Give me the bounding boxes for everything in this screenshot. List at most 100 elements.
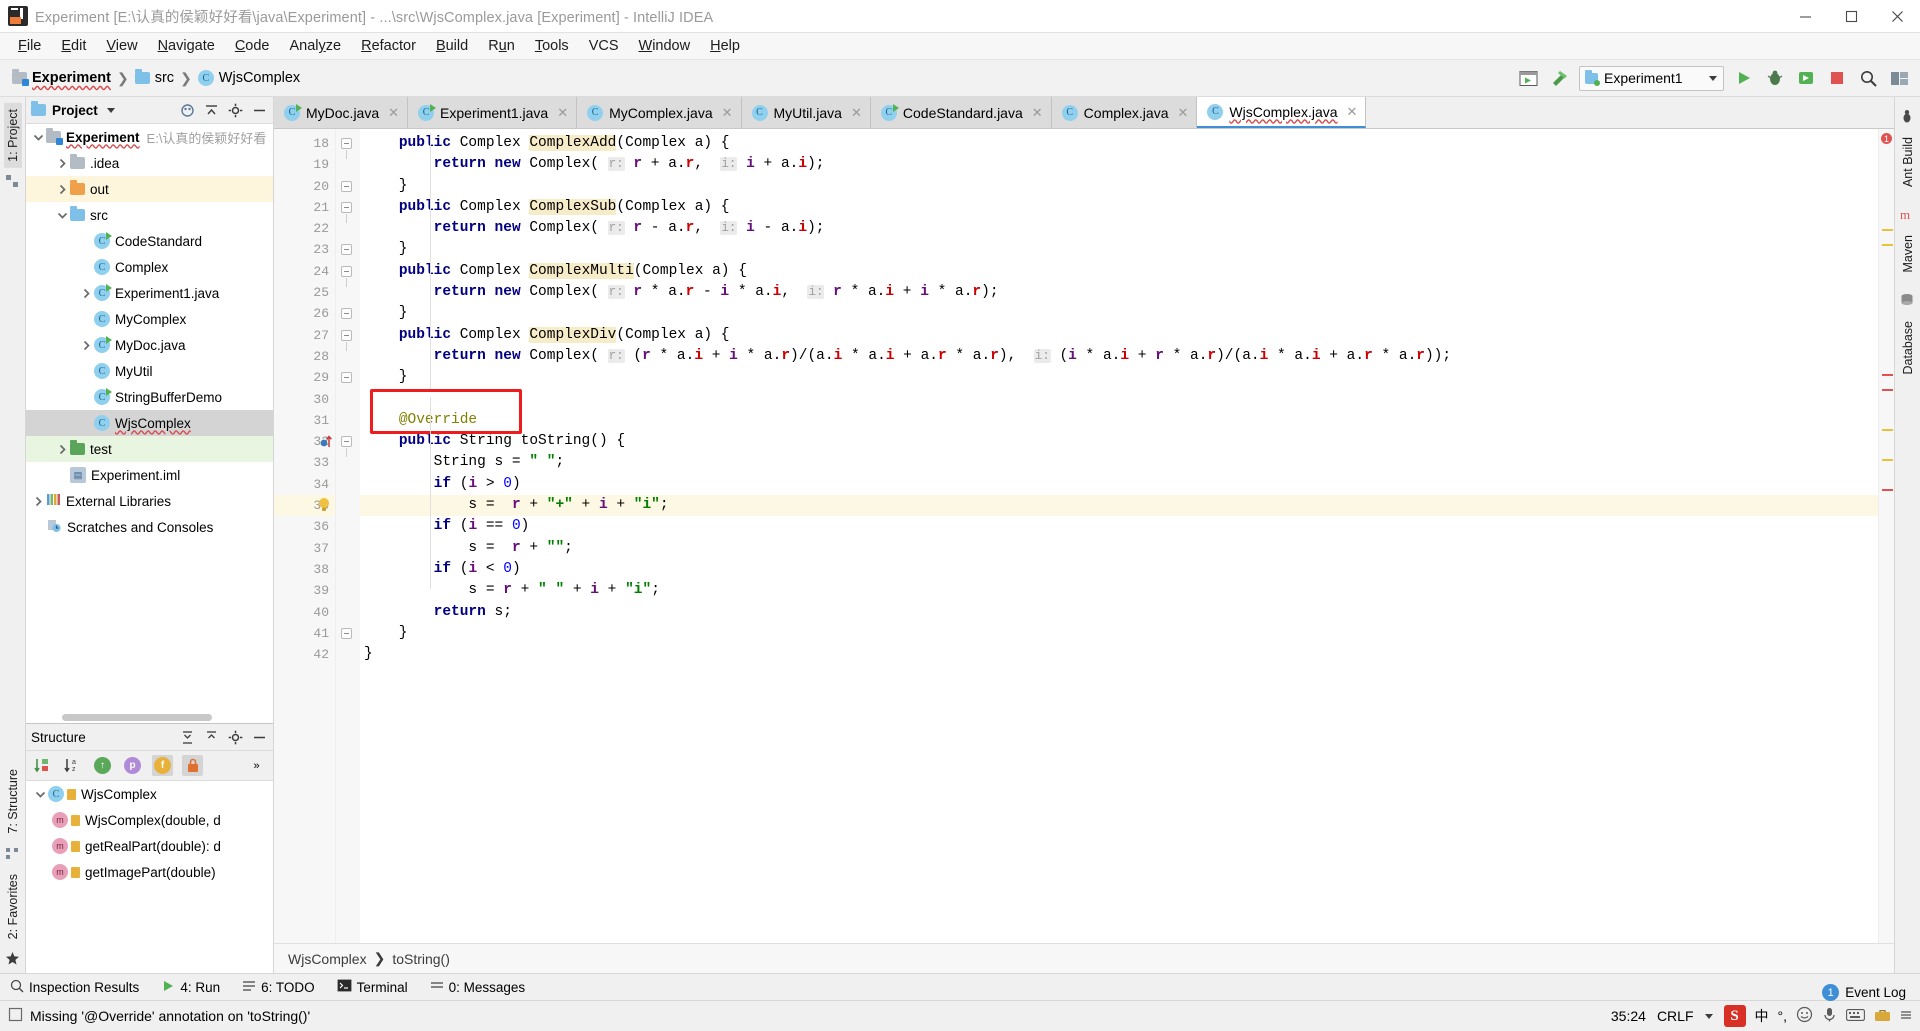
chevron-right-icon[interactable] xyxy=(30,493,46,509)
select-run-config-icon[interactable] xyxy=(1517,67,1539,89)
menu-item-edit[interactable]: Edit xyxy=(51,35,96,57)
fold-end-icon[interactable] xyxy=(341,308,352,320)
close-icon[interactable]: ✕ xyxy=(1032,105,1043,121)
close-icon[interactable]: ✕ xyxy=(722,105,733,121)
ime-language-label[interactable]: 中 xyxy=(1755,1006,1769,1026)
fold-marker-slot[interactable] xyxy=(336,325,360,351)
code-text[interactable]: public Complex ComplexAdd(Complex a) { r… xyxy=(360,129,1878,943)
override-method-gutter-icon[interactable] xyxy=(320,434,333,453)
tree-row[interactable]: .idea xyxy=(26,150,273,176)
build-hammer-icon[interactable] xyxy=(1548,67,1570,89)
tree-row-root[interactable]: Experiment E:\认真的侯颖好好看 xyxy=(26,124,273,150)
structure-icon[interactable] xyxy=(5,846,21,862)
gear-icon[interactable] xyxy=(227,102,244,119)
tool-tab-ant-build[interactable]: Ant Build xyxy=(1899,131,1917,193)
fold-marker-slot[interactable] xyxy=(336,623,360,644)
menu-item-vcs[interactable]: VCS xyxy=(579,35,629,57)
tool-tab-structure[interactable]: 7: Structure xyxy=(4,763,22,840)
debug-button[interactable] xyxy=(1764,67,1786,89)
fold-marker-slot[interactable] xyxy=(336,431,360,458)
stop-button[interactable] xyxy=(1826,67,1848,89)
search-icon[interactable] xyxy=(1857,67,1879,89)
fold-end-icon[interactable] xyxy=(341,627,352,639)
close-button[interactable] xyxy=(1874,0,1920,33)
menu-item-navigate[interactable]: Navigate xyxy=(148,35,225,57)
tree-row[interactable]: C Complex xyxy=(26,254,273,280)
tool-tab-database[interactable]: Database xyxy=(1899,315,1917,381)
menu-item-build[interactable]: Build xyxy=(426,35,478,57)
close-icon[interactable]: ✕ xyxy=(388,105,399,121)
collapse-all-icon[interactable] xyxy=(203,729,220,746)
minimize-button[interactable] xyxy=(1782,0,1828,33)
favorites-star-icon[interactable] xyxy=(5,951,21,967)
chevron-down-icon[interactable] xyxy=(30,129,46,145)
structure-more-icon[interactable]: » xyxy=(246,755,267,776)
fold-marker-slot[interactable] xyxy=(336,239,360,260)
menu-item-refactor[interactable]: Refactor xyxy=(351,35,426,57)
ime-punctuation-icon[interactable]: °, xyxy=(1778,1008,1788,1024)
sort-alphabetically-icon[interactable]: az xyxy=(62,755,83,776)
database-icon[interactable] xyxy=(1900,293,1916,309)
breadcrumb-method-label[interactable]: toString() xyxy=(392,951,450,967)
project-tree[interactable]: Experiment E:\认真的侯颖好好看 .idea out src C CodeSta… xyxy=(26,124,273,723)
ime-keyboard-icon[interactable] xyxy=(1846,1008,1865,1025)
structure-row[interactable]: m getRealPart(double): d xyxy=(26,833,273,859)
fold-marker-slot[interactable] xyxy=(336,197,360,223)
tree-row[interactable]: C MyComplex xyxy=(26,306,273,332)
menu-item-code[interactable]: Code xyxy=(225,35,280,57)
chevron-down-icon[interactable] xyxy=(32,786,48,802)
hide-panel-icon[interactable] xyxy=(251,102,268,119)
line-separator[interactable]: CRLF xyxy=(1657,1008,1694,1024)
tree-row[interactable]: C MyDoc.java xyxy=(26,332,273,358)
tool-window-button[interactable]: Inspection Results xyxy=(10,979,139,996)
fold-marker-slot[interactable] xyxy=(336,367,360,388)
fold-marker-slot[interactable] xyxy=(336,303,360,324)
chevron-right-icon[interactable] xyxy=(54,441,70,457)
editor-tab[interactable]: C WjsComplex.java ✕ xyxy=(1197,97,1367,128)
close-icon[interactable]: ✕ xyxy=(1347,104,1358,120)
maven-icon[interactable]: m xyxy=(1900,207,1916,223)
fold-marker-slot[interactable] xyxy=(336,176,360,197)
structure-list[interactable]: C WjsComplex m WjsComplex(double, d m getReal… xyxy=(26,781,273,973)
run-configuration-selector[interactable]: Experiment1 xyxy=(1579,65,1724,91)
structure-mini-icon[interactable] xyxy=(5,174,21,190)
breadcrumb-src[interactable]: src xyxy=(131,69,178,87)
fold-end-icon[interactable] xyxy=(341,372,352,384)
breadcrumb-class-label[interactable]: WjsComplex xyxy=(288,951,367,967)
code-editor[interactable]: 1819202122232425262728293031323334353637… xyxy=(274,129,1894,943)
fold-expanded-icon[interactable] xyxy=(341,436,352,458)
fold-marker-slot[interactable] xyxy=(336,133,360,159)
editor-tab[interactable]: C MyDoc.java ✕ xyxy=(274,97,409,128)
menu-item-window[interactable]: Window xyxy=(629,35,701,57)
editor-tab[interactable]: C MyComplex.java ✕ xyxy=(577,97,742,128)
maximize-button[interactable] xyxy=(1828,0,1874,33)
menu-item-file[interactable]: File xyxy=(8,35,51,57)
breadcrumb-project[interactable]: Experiment xyxy=(8,69,115,87)
collapse-all-icon[interactable] xyxy=(203,102,220,119)
fold-expanded-icon[interactable] xyxy=(341,265,352,287)
fold-marker-slot[interactable] xyxy=(336,261,360,287)
menu-item-run[interactable]: Run xyxy=(478,35,525,57)
show-fields-icon[interactable]: f xyxy=(152,755,173,776)
tool-tab-maven[interactable]: Maven xyxy=(1899,229,1917,279)
sogou-logo-icon[interactable]: S xyxy=(1723,1005,1746,1027)
tool-window-button[interactable]: 4: Run xyxy=(161,979,220,996)
run-button[interactable] xyxy=(1733,67,1755,89)
chevron-down-icon[interactable] xyxy=(1704,1013,1713,1019)
menu-item-analyze[interactable]: Analyze xyxy=(280,35,352,57)
fold-expanded-icon[interactable] xyxy=(341,329,352,351)
fold-expanded-icon[interactable] xyxy=(341,201,352,223)
hide-panel-icon[interactable] xyxy=(251,729,268,746)
menu-item-view[interactable]: View xyxy=(96,35,147,57)
sort-by-type-icon[interactable] xyxy=(32,755,53,776)
error-stripe-scrollbar[interactable]: 1 xyxy=(1878,129,1894,943)
close-icon[interactable]: ✕ xyxy=(851,105,862,121)
tool-window-button[interactable]: Terminal xyxy=(337,979,408,995)
close-icon[interactable]: ✕ xyxy=(1178,105,1189,121)
structure-row[interactable]: m WjsComplex(double, d xyxy=(26,807,273,833)
gear-icon[interactable] xyxy=(227,729,244,746)
tree-horizontal-scrollbar[interactable] xyxy=(62,714,212,721)
tree-row[interactable]: src xyxy=(26,202,273,228)
error-count-badge[interactable]: 1 xyxy=(1881,133,1892,144)
structure-row[interactable]: C WjsComplex xyxy=(26,781,273,807)
